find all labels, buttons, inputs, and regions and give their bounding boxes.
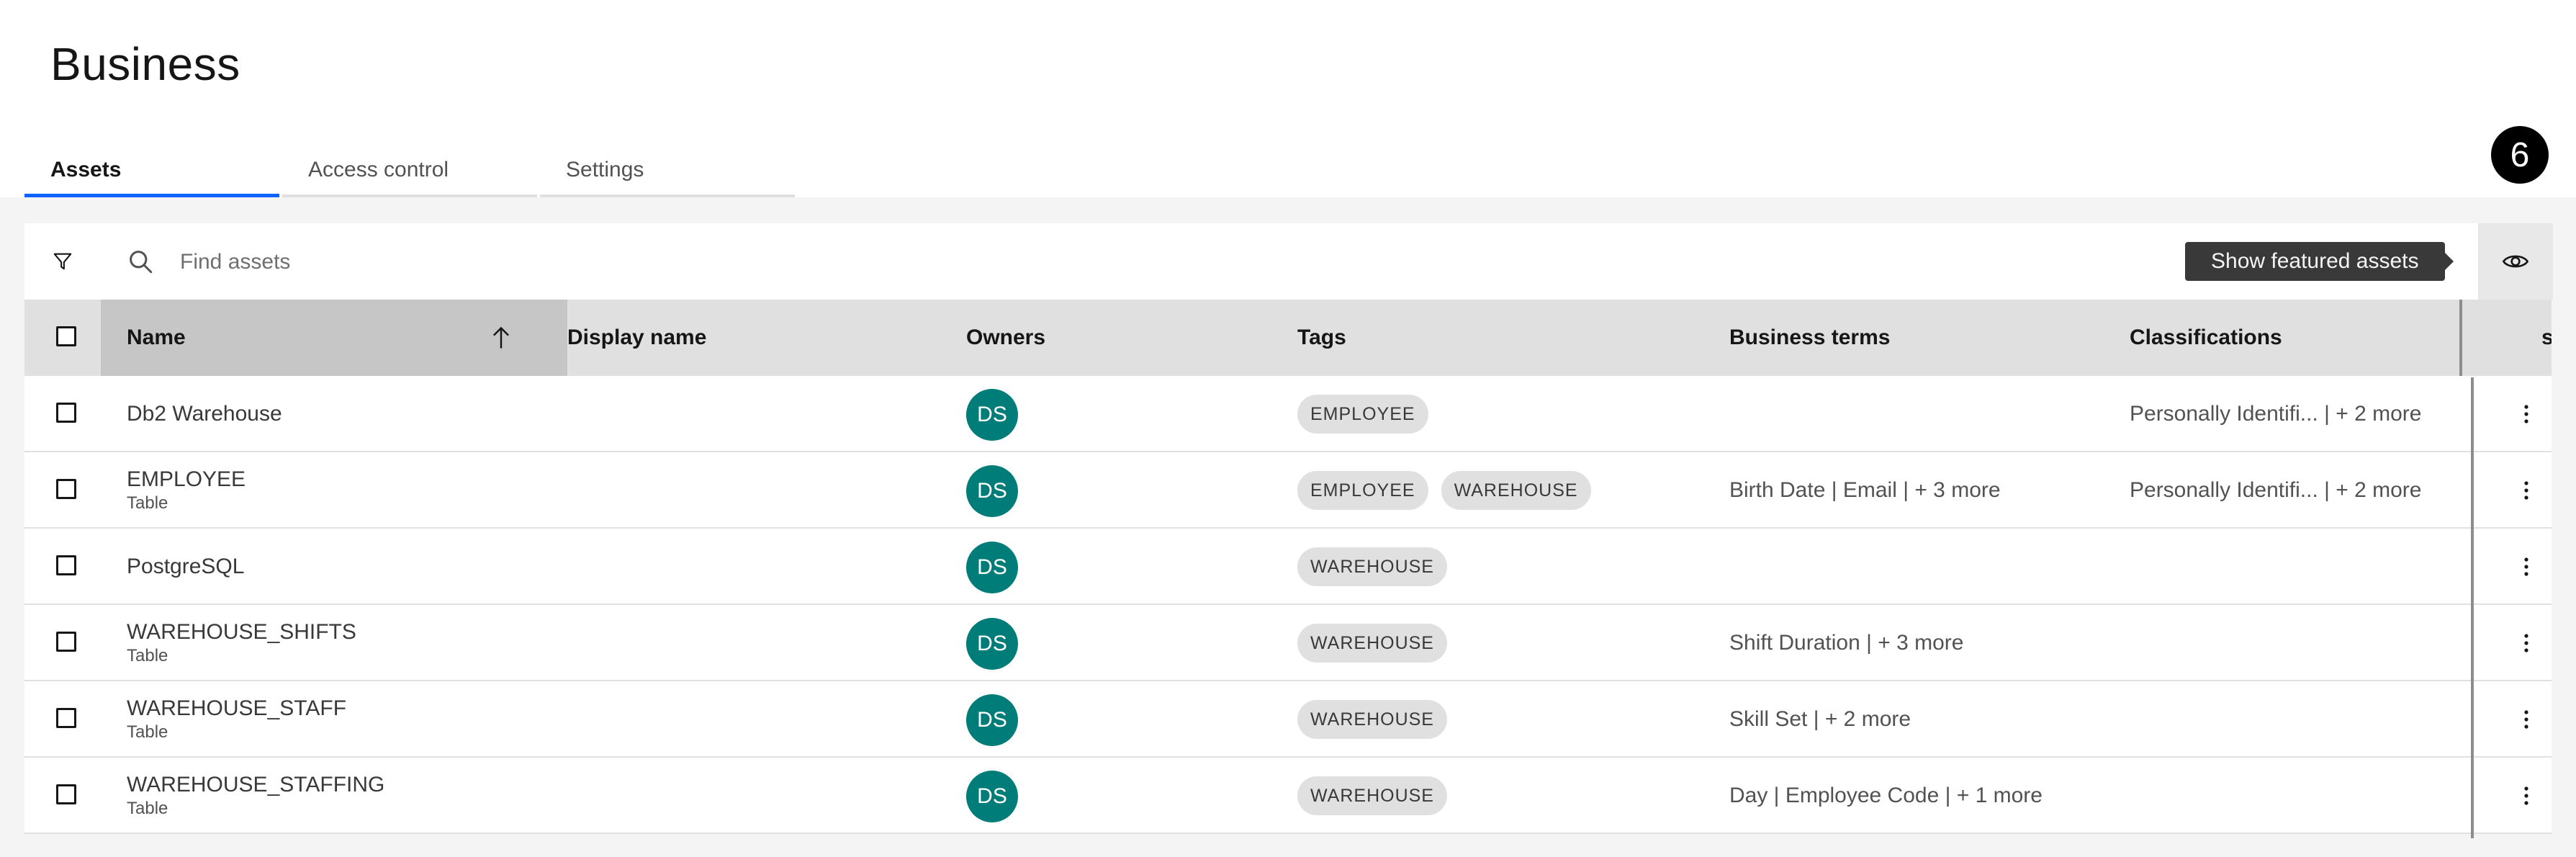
table-row[interactable]: WAREHOUSE_STAFF Table DS WAREHOUSE Skill… <box>24 681 2552 758</box>
tags-cell: WAREHOUSE <box>1297 605 1460 681</box>
table-toolbar <box>24 223 2552 300</box>
row-overflow-menu-button[interactable] <box>2501 758 2552 834</box>
asset-name-cell[interactable]: WAREHOUSE_STAFF Table <box>127 681 346 758</box>
owner-avatar[interactable]: DS <box>966 389 1018 441</box>
asset-name-cell[interactable]: Db2 Warehouse <box>127 376 282 452</box>
table-row[interactable]: WAREHOUSE_SHIFTS Table DS WAREHOUSE Shif… <box>24 605 2552 681</box>
asset-type: Table <box>127 722 168 742</box>
column-header-business-terms[interactable]: Business terms <box>1729 300 1890 376</box>
asset-name[interactable]: WAREHOUSE_SHIFTS <box>127 619 356 645</box>
tags-cell: EMPLOYEE WAREHOUSE <box>1297 452 1604 529</box>
overflow-menu-icon <box>2524 634 2528 652</box>
tags-cell: WAREHOUSE <box>1297 529 1460 605</box>
classifications-cell: Personally Identifi... | + 2 more <box>2130 402 2422 426</box>
asset-name[interactable]: Db2 Warehouse <box>127 401 282 427</box>
asset-type: Table <box>127 799 168 818</box>
page-title: Business <box>50 38 240 90</box>
eye-icon <box>2502 255 2529 268</box>
asset-type: Table <box>127 646 168 665</box>
tags-cell: WAREHOUSE <box>1297 758 1460 834</box>
filter-icon <box>53 253 72 270</box>
tags-cell: WAREHOUSE <box>1297 681 1460 758</box>
tag-chip[interactable]: WAREHOUSE <box>1297 624 1447 663</box>
business-terms-cell: Shift Duration | + 3 more <box>1729 631 1964 655</box>
owner-avatar[interactable]: DS <box>966 542 1018 593</box>
tags-cell: EMPLOYEE <box>1297 376 1441 452</box>
asset-name-cell[interactable]: WAREHOUSE_SHIFTS Table <box>127 605 356 681</box>
search-icon <box>130 251 153 274</box>
row-checkbox[interactable] <box>56 555 76 575</box>
overflow-menu-icon <box>2524 481 2528 500</box>
table-row[interactable]: WAREHOUSE_STAFFING Table DS WAREHOUSE Da… <box>24 758 2552 834</box>
asset-name[interactable]: EMPLOYEE <box>127 467 246 493</box>
column-header-owners[interactable]: Owners <box>966 300 1045 376</box>
featured-assets-tooltip: Show featured assets <box>2185 242 2454 281</box>
business-terms-cell: Skill Set | + 2 more <box>1729 707 1911 731</box>
tag-chip[interactable]: WAREHOUSE <box>1297 700 1447 739</box>
asset-name[interactable]: PostgreSQL <box>127 554 244 580</box>
owner-avatar[interactable]: DS <box>966 694 1018 746</box>
business-terms-cell: Birth Date | Email | + 3 more <box>1729 478 2001 502</box>
tag-chip[interactable]: EMPLOYEE <box>1297 471 1428 510</box>
column-divider <box>2459 300 2462 376</box>
row-checkbox[interactable] <box>56 784 76 804</box>
row-checkbox[interactable] <box>56 632 76 652</box>
table-row[interactable]: Db2 Warehouse DS EMPLOYEE Personally Ide… <box>24 376 2552 452</box>
tab-access-control[interactable]: Access control <box>282 150 537 197</box>
tag-chip[interactable]: WAREHOUSE <box>1297 776 1447 815</box>
step-badge: 6 <box>2491 126 2549 184</box>
asset-type: Table <box>127 493 168 513</box>
asset-name[interactable]: WAREHOUSE_STAFFING <box>127 772 384 798</box>
column-header-name[interactable]: Name <box>101 300 567 376</box>
overflow-menu-icon <box>2524 710 2528 729</box>
column-header-name-label: Name <box>127 326 186 349</box>
row-overflow-menu-button[interactable] <box>2501 452 2552 529</box>
owner-avatar[interactable]: DS <box>966 618 1018 670</box>
row-overflow-menu-button[interactable] <box>2501 681 2552 758</box>
show-featured-assets-button[interactable] <box>2478 223 2553 300</box>
tab-settings[interactable]: Settings <box>540 150 795 197</box>
column-header-clipped: s <box>2541 326 2552 349</box>
row-overflow-menu-button[interactable] <box>2501 605 2552 681</box>
sticky-column-divider <box>2471 377 2474 838</box>
tag-chip[interactable]: EMPLOYEE <box>1297 395 1428 434</box>
table-header: Name Display name Owners Tags Business t… <box>24 300 2552 376</box>
overflow-menu-icon <box>2524 786 2528 805</box>
classifications-cell: Personally Identifi... | + 2 more <box>2130 478 2422 502</box>
search-input[interactable] <box>179 238 2053 287</box>
column-header-display-name[interactable]: Display name <box>567 300 706 376</box>
sort-ascending-icon <box>492 326 510 349</box>
filter-button[interactable] <box>24 223 101 300</box>
assets-table: Name Display name Owners Tags Business t… <box>24 300 2552 834</box>
row-overflow-menu-button[interactable] <box>2501 376 2552 452</box>
table-row[interactable]: EMPLOYEE Table DS EMPLOYEE WAREHOUSE Bir… <box>24 452 2552 529</box>
select-all-checkbox[interactable] <box>56 326 76 346</box>
tab-assets[interactable]: Assets <box>24 150 279 197</box>
overflow-menu-icon <box>2524 557 2528 576</box>
asset-name-cell[interactable]: PostgreSQL <box>127 529 244 605</box>
owner-avatar[interactable]: DS <box>966 771 1018 822</box>
tab-list: Assets Access control Settings <box>24 150 798 197</box>
owner-avatar[interactable]: DS <box>966 465 1018 517</box>
tag-chip[interactable]: WAREHOUSE <box>1297 547 1447 586</box>
business-terms-cell: Day | Employee Code | + 1 more <box>1729 784 2043 807</box>
row-checkbox[interactable] <box>56 403 76 423</box>
asset-name[interactable]: WAREHOUSE_STAFF <box>127 696 346 722</box>
table-row[interactable]: PostgreSQL DS WAREHOUSE <box>24 529 2552 605</box>
row-checkbox[interactable] <box>56 479 76 499</box>
asset-name-cell[interactable]: WAREHOUSE_STAFFING Table <box>127 758 384 834</box>
row-checkbox[interactable] <box>56 708 76 728</box>
row-overflow-menu-button[interactable] <box>2501 529 2552 605</box>
column-header-classifications[interactable]: Classifications <box>2130 300 2282 376</box>
asset-name-cell[interactable]: EMPLOYEE Table <box>127 452 246 529</box>
column-header-tags[interactable]: Tags <box>1297 300 1346 376</box>
overflow-menu-icon <box>2524 405 2528 423</box>
tag-chip[interactable]: WAREHOUSE <box>1441 471 1591 510</box>
